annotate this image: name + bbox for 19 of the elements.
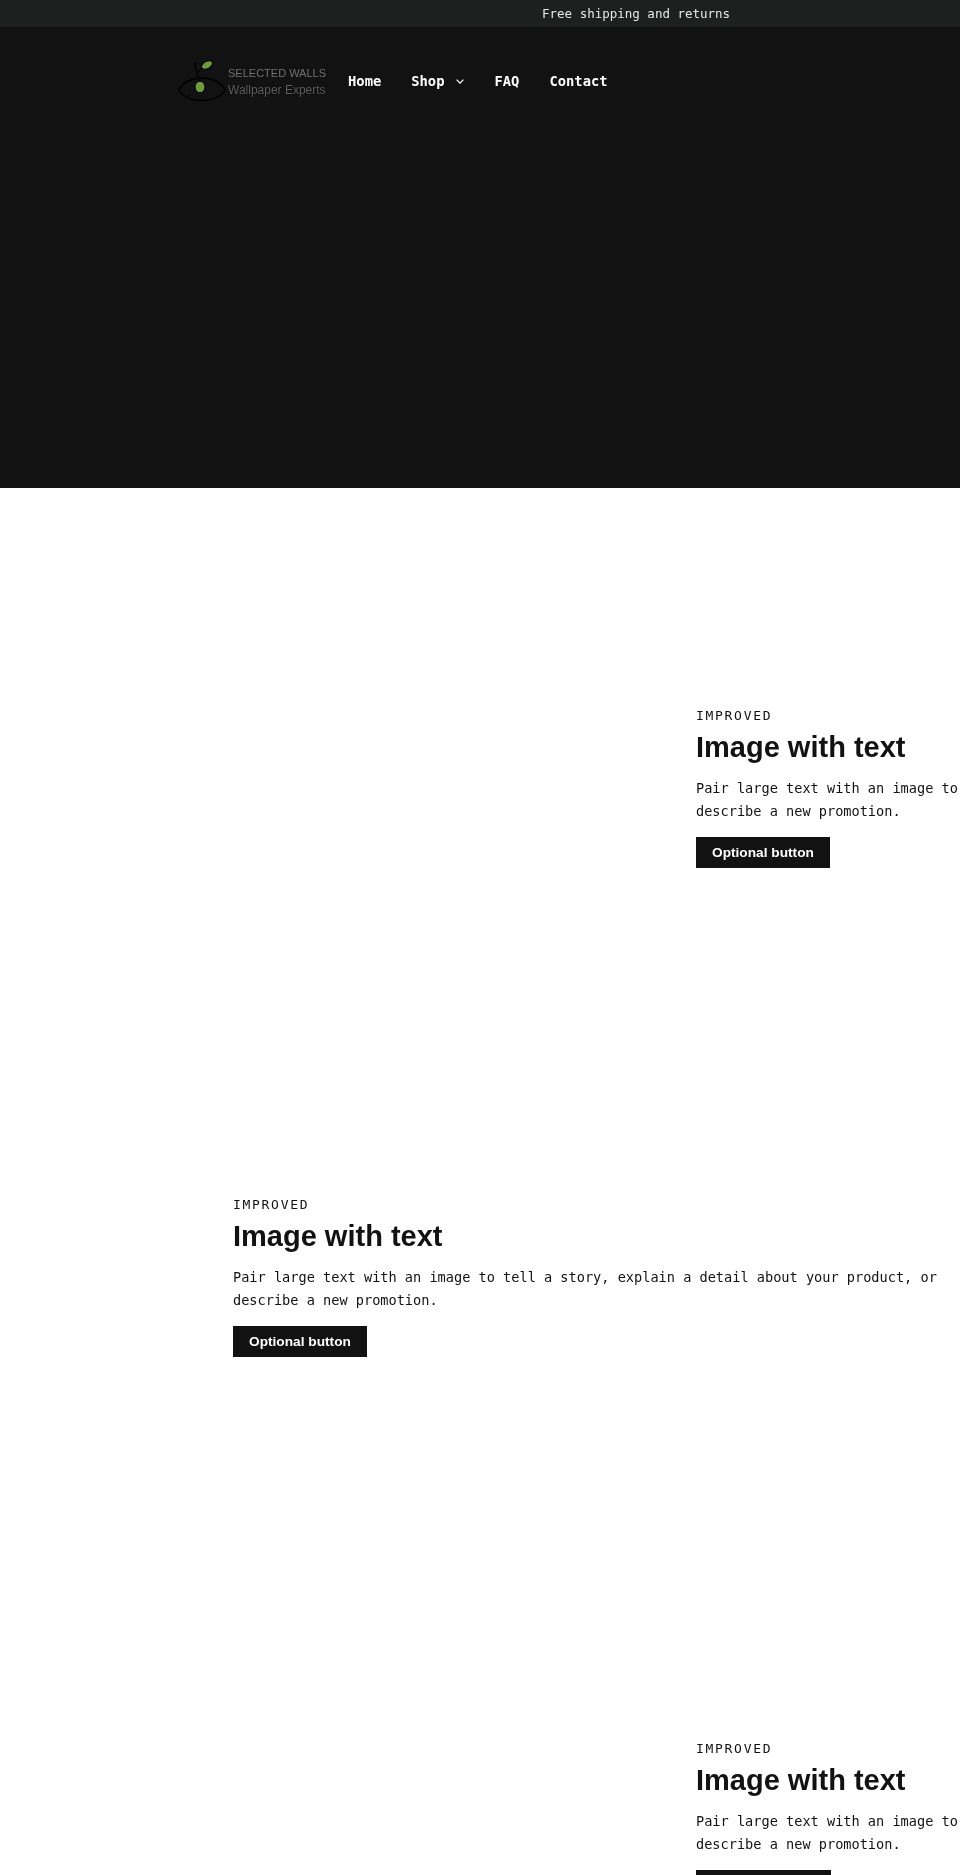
- section-heading: Image with text: [696, 1763, 906, 1798]
- section-eyebrow: IMPROVED: [233, 1196, 310, 1214]
- nav-link[interactable]: Shop: [411, 71, 465, 91]
- button-edge[interactable]: [696, 1870, 831, 1875]
- nav-link[interactable]: Home: [348, 71, 382, 91]
- optional-button[interactable]: Optional button: [233, 1326, 367, 1357]
- nav-link[interactable]: Contact: [549, 71, 608, 91]
- section-eyebrow: IMPROVED: [696, 1740, 773, 1758]
- logo-title[interactable]: SELECTED WALLS: [228, 67, 326, 80]
- section-text: Pair large text with an image to describe a new promotion.: [696, 1812, 959, 1854]
- section-eyebrow: IMPROVED: [696, 707, 773, 725]
- section-heading: Image with text: [233, 1219, 443, 1254]
- optional-button[interactable]: Optional button: [696, 837, 830, 868]
- section-text: Pair large text with an image to tell a story, explain a detail about your product, or describe a new promotion.: [233, 1268, 938, 1310]
- announcement-text: Free shipping and returns: [542, 6, 731, 21]
- section-heading: Image with text: [696, 730, 906, 765]
- nav-link[interactable]: FAQ: [494, 71, 520, 91]
- section-text: Pair large text with an image to describe a new promotion.: [696, 779, 959, 821]
- eye-logo-icon: [178, 59, 226, 103]
